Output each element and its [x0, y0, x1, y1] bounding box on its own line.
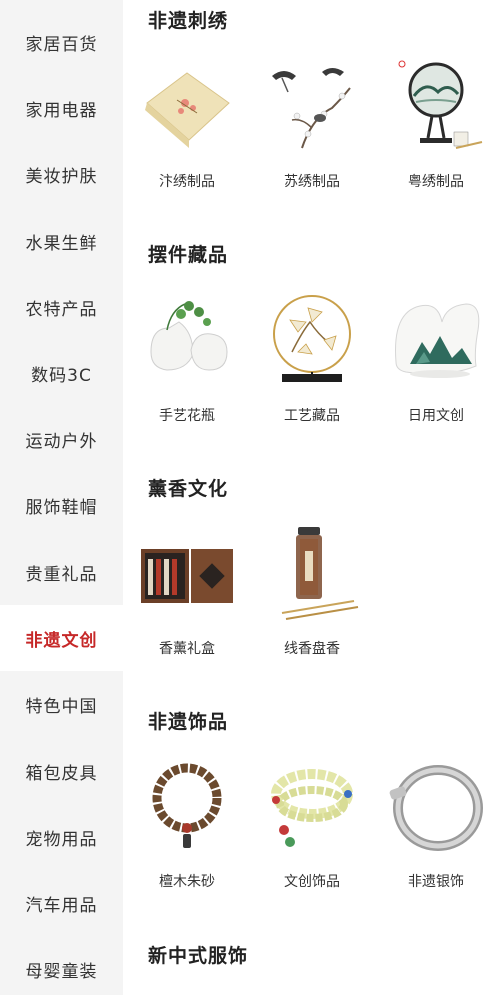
product-item-bian-embroidery[interactable]: 汴绣制品 [132, 58, 242, 208]
product-label: 苏绣制品 [284, 174, 340, 190]
sidebar-item-gifts[interactable]: 贵重礼品 [0, 539, 123, 605]
ginkgo-ornament-icon [273, 295, 351, 382]
category-content: 非遗刺绣 汴绣制品 苏绣制品 粤绣制品 摆件藏品 手艺花瓶 工艺藏品 日用文创 … [123, 0, 500, 995]
product-label: 檀木朱砂 [159, 874, 215, 890]
jade-bead-bracelet-icon [271, 769, 353, 847]
category-sidebar: 家居百货 家用电器 美妆护肤 水果生鲜 农特产品 数码3C 运动户外 服饰鞋帽 … [0, 0, 123, 995]
sidebar-item-digital[interactable]: 数码3C [0, 340, 123, 406]
product-item-incense-gift-box[interactable]: 香薰礼盒 [132, 525, 242, 675]
silver-bangle-icon [389, 765, 483, 851]
product-item-incense-sticks[interactable]: 线香盘香 [257, 525, 367, 675]
product-item-daily-creative[interactable]: 日用文创 [381, 292, 491, 442]
sidebar-item-bags[interactable]: 箱包皮具 [0, 738, 123, 804]
product-label: 日用文创 [408, 408, 464, 424]
sidebar-item-label: 箱包皮具 [25, 763, 98, 784]
embroidered-cloth-icon [145, 72, 230, 148]
sandalwood-bracelet-icon [152, 763, 222, 848]
sidebar-item-label: 服饰鞋帽 [25, 497, 98, 518]
sidebar-item-label: 农特产品 [25, 299, 98, 320]
sidebar-item-apparel[interactable]: 服饰鞋帽 [0, 472, 123, 538]
product-item-yue-embroidery[interactable]: 粤绣制品 [381, 58, 491, 208]
sidebar-item-label: 美妆护肤 [25, 166, 98, 187]
sidebar-item-label: 水果生鲜 [25, 233, 98, 254]
product-label: 工艺藏品 [284, 408, 340, 424]
product-label: 线香盘香 [284, 641, 340, 657]
incense-stick-jar-icon [281, 527, 359, 620]
sidebar-item-fresh[interactable]: 水果生鲜 [0, 208, 123, 274]
product-label: 粤绣制品 [408, 174, 464, 190]
section-title: 摆件藏品 [148, 244, 229, 266]
sidebar-item-label: 家居百货 [25, 34, 98, 55]
sidebar-item-household[interactable]: 家居百货 [0, 9, 123, 75]
sidebar-item-label: 非遗文创 [25, 630, 98, 651]
sidebar-item-baby[interactable]: 母婴童装 [0, 936, 123, 1002]
sidebar-item-label: 贵重礼品 [25, 564, 98, 585]
sidebar-item-heritage[interactable]: 非遗文创 [0, 605, 123, 671]
ceramic-vase-icon [150, 301, 228, 371]
sidebar-item-label: 数码3C [31, 365, 92, 386]
section-title: 薰香文化 [148, 478, 229, 500]
product-label: 文创饰品 [284, 874, 340, 890]
product-item-craft-collectible[interactable]: 工艺藏品 [257, 292, 367, 442]
section-title: 非遗刺绣 [148, 10, 229, 32]
sidebar-item-local-specialty[interactable]: 农特产品 [0, 274, 123, 340]
sidebar-item-beauty[interactable]: 美妆护肤 [0, 141, 123, 207]
product-item-su-embroidery[interactable]: 苏绣制品 [257, 58, 367, 208]
sidebar-item-auto[interactable]: 汽车用品 [0, 870, 123, 936]
product-item-silver-jewelry[interactable]: 非遗银饰 [381, 758, 491, 908]
sidebar-item-china-specialty[interactable]: 特色中国 [0, 671, 123, 737]
sidebar-item-appliances[interactable]: 家用电器 [0, 75, 123, 141]
sidebar-item-outdoor[interactable]: 运动户外 [0, 406, 123, 472]
sidebar-item-label: 母婴童装 [25, 961, 98, 982]
product-item-vase[interactable]: 手艺花瓶 [132, 292, 242, 442]
sidebar-item-label: 家用电器 [25, 100, 98, 121]
sidebar-item-label: 运动户外 [25, 431, 98, 452]
incense-gift-box-icon [141, 549, 233, 603]
section-title: 新中式服饰 [148, 945, 249, 967]
product-item-creative-jewelry[interactable]: 文创饰品 [257, 758, 367, 908]
landscape-ornament-icon [395, 303, 480, 378]
sidebar-item-pets[interactable]: 宠物用品 [0, 804, 123, 870]
product-label: 汴绣制品 [159, 174, 215, 190]
sidebar-item-label: 特色中国 [25, 696, 98, 717]
round-screen-embroidery-icon [398, 60, 483, 149]
sidebar-item-label: 宠物用品 [25, 829, 98, 850]
product-label: 非遗银饰 [408, 874, 464, 890]
section-title: 非遗饰品 [148, 711, 229, 733]
sidebar-item-label: 汽车用品 [25, 895, 98, 916]
crane-plum-embroidery-icon [272, 68, 351, 149]
product-label: 香薰礼盒 [159, 641, 215, 657]
product-item-sandalwood[interactable]: 檀木朱砂 [132, 758, 242, 908]
product-label: 手艺花瓶 [159, 408, 215, 424]
